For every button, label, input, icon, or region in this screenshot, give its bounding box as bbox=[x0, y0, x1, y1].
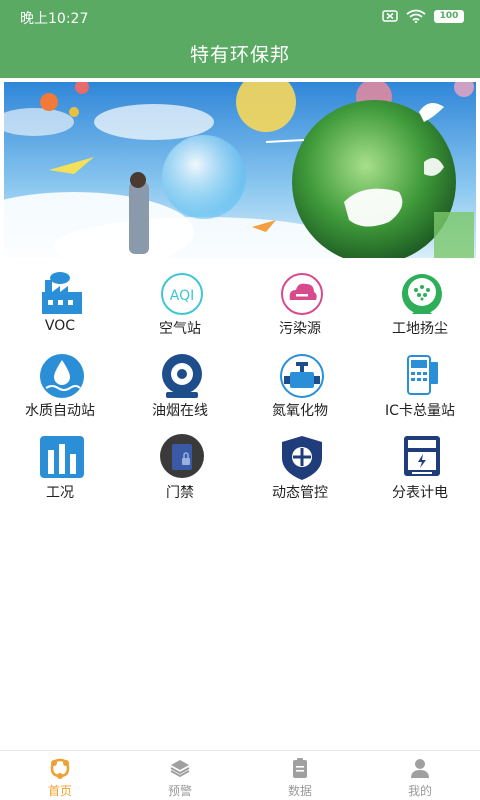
user-icon bbox=[411, 759, 429, 778]
pollution-cloud-icon bbox=[281, 273, 323, 315]
grid-item-pollution-source[interactable]: 污染源 bbox=[240, 270, 360, 350]
status-icons: 100 bbox=[382, 9, 464, 23]
grid-item-sub-metering[interactable]: 分表计电 bbox=[360, 434, 480, 514]
bar-chart-icon bbox=[40, 436, 84, 478]
grid-item-voc[interactable]: VOC bbox=[0, 270, 120, 350]
water-drop-icon bbox=[40, 354, 84, 398]
clipboard-icon bbox=[293, 758, 307, 778]
shield-icon bbox=[282, 436, 322, 480]
grid-item-fume-online[interactable]: 油烟在线 bbox=[120, 352, 240, 432]
grid-item-label: 动态管控 bbox=[272, 485, 328, 501]
grid-item-label: 氮氧化物 bbox=[272, 403, 328, 419]
grid-item-label: VOC bbox=[44, 318, 76, 334]
tab-label: 首页 bbox=[47, 784, 72, 798]
page-title: 特有环保邦 bbox=[189, 44, 290, 66]
grid-item-label: 工地扬尘 bbox=[392, 321, 448, 337]
valve-icon bbox=[280, 354, 324, 398]
grid-item-air-station[interactable]: AQI 空气站 bbox=[120, 270, 240, 350]
status-time: 晚上10:27 bbox=[20, 11, 89, 27]
card-reader-icon bbox=[407, 355, 438, 395]
banner-image[interactable] bbox=[4, 82, 476, 258]
tab-home[interactable]: 首页 bbox=[0, 751, 120, 800]
grid-item-label: 门禁 bbox=[166, 485, 194, 501]
grid-item-ic-card-station[interactable]: IC卡总量站 bbox=[360, 352, 480, 432]
battery-icon: 100 bbox=[434, 9, 464, 23]
grid-item-label: 水质自动站 bbox=[25, 403, 95, 419]
grid-item-working-condition[interactable]: 工况 bbox=[0, 434, 120, 514]
grid-item-label: 油烟在线 bbox=[152, 403, 208, 419]
aqi-icon: AQI bbox=[161, 273, 203, 315]
grid-item-access-control[interactable]: 门禁 bbox=[120, 434, 240, 514]
home-icon bbox=[50, 758, 70, 779]
app-header: 晚上10:27 100 特有环保邦 bbox=[0, 0, 480, 78]
bottom-tab-bar: 首页 预警 数据 我的 bbox=[0, 750, 480, 800]
grid-item-nitrogen-oxides[interactable]: 氮氧化物 bbox=[240, 352, 360, 432]
dust-icon bbox=[401, 274, 442, 314]
factory-icon bbox=[42, 272, 82, 314]
tab-label: 我的 bbox=[407, 784, 432, 798]
tab-label: 预警 bbox=[167, 784, 192, 798]
battery-level: 100 bbox=[439, 10, 459, 21]
layers-icon bbox=[170, 760, 190, 778]
tab-profile[interactable]: 我的 bbox=[360, 751, 480, 800]
grid-item-label: 分表计电 bbox=[392, 485, 448, 501]
grid-item-label: 工况 bbox=[46, 485, 74, 501]
grid-item-label: 空气站 bbox=[159, 321, 201, 337]
grid-item-label: IC卡总量站 bbox=[385, 403, 455, 419]
grid-item-label: 污染源 bbox=[279, 321, 321, 337]
door-lock-icon bbox=[160, 434, 204, 478]
svg-text:AQI: AQI bbox=[170, 288, 194, 304]
meter-icon bbox=[404, 436, 440, 476]
tab-data[interactable]: 数据 bbox=[240, 751, 360, 800]
status-bar: 晚上10:27 100 bbox=[0, 0, 480, 32]
banner-illustration bbox=[4, 82, 476, 258]
grid-item-dynamic-control[interactable]: 动态管控 bbox=[240, 434, 360, 514]
tab-alert[interactable]: 预警 bbox=[120, 751, 240, 800]
tab-label: 数据 bbox=[287, 784, 312, 798]
wifi-icon bbox=[406, 9, 426, 23]
grid-item-construction-dust[interactable]: 工地扬尘 bbox=[360, 270, 480, 350]
sim-off-icon bbox=[382, 10, 398, 22]
grid-item-water-quality[interactable]: 水质自动站 bbox=[0, 352, 120, 432]
fume-icon bbox=[162, 354, 202, 398]
